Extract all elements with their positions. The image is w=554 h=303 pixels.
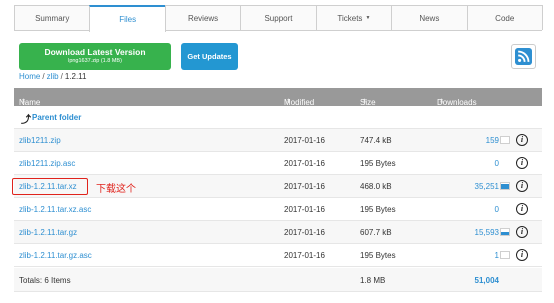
breadcrumb-separator: /: [60, 72, 63, 81]
sort-icon: ⬍: [362, 99, 368, 105]
rss-icon: [515, 48, 532, 65]
sort-icon: ⬍: [439, 99, 445, 105]
weekly-downloads-chart-icon[interactable]: [500, 228, 510, 236]
file-row: zlib-1.2.11.tar.gz.asc 2017-01-16 195 By…: [14, 244, 542, 267]
file-size: 195 Bytes: [360, 251, 396, 260]
breadcrumb: Home / zlib/1.2.11: [19, 72, 86, 81]
file-name-link[interactable]: zlib-1.2.11.tar.gz.asc: [19, 251, 92, 260]
sort-icon: ⬍: [286, 99, 292, 105]
tab-news[interactable]: News: [391, 5, 468, 30]
file-info-icon[interactable]: i: [516, 180, 528, 192]
tab-support[interactable]: Support: [240, 5, 317, 30]
files-table-header: Name ⬍ Modified ⬍ Size ⬍ Downloads / Week ⬍: [14, 88, 542, 116]
download-latest-button[interactable]: Download Latest Version lpng1637.zip (1.…: [19, 43, 171, 70]
file-info-icon[interactable]: i: [516, 203, 528, 215]
file-name-link[interactable]: zlib-1.2.11.tar.gz: [19, 228, 77, 237]
file-info-icon[interactable]: i: [516, 134, 528, 146]
file-row: zlib-1.2.11.tar.xz 2017-01-16 468.0 kB 3…: [14, 175, 542, 198]
weekly-downloads-chart-icon[interactable]: [500, 251, 510, 259]
weekly-downloads-chart-icon[interactable]: [500, 182, 510, 190]
file-downloads-link[interactable]: 0: [495, 205, 499, 214]
tab-label: Tickets: [337, 13, 363, 23]
sort-icon: ⬍: [21, 99, 27, 105]
file-downloads-link[interactable]: 15,593: [475, 228, 499, 237]
file-downloads-link[interactable]: 35,251: [475, 182, 499, 191]
file-modified: 2017-01-16: [284, 228, 325, 237]
highlight-box: [12, 178, 88, 195]
rss-feed-button[interactable]: [511, 44, 536, 69]
file-name-link[interactable]: zlib1211.zip.asc: [19, 159, 75, 168]
annotation-text: 下载这个: [96, 184, 136, 195]
totals-label: Totals: 6 Items: [19, 276, 71, 285]
file-info-icon[interactable]: i: [516, 226, 528, 238]
file-modified: 2017-01-16: [284, 136, 325, 145]
file-downloads-link[interactable]: 1: [495, 251, 499, 260]
breadcrumb-current: 1.2.11: [64, 72, 87, 81]
tab-label: Support: [264, 13, 293, 23]
file-modified: 2017-01-16: [284, 159, 325, 168]
file-row: zlib-1.2.11.tar.gz 2017-01-16 607.7 kB 1…: [14, 221, 542, 244]
breadcrumb-zlib-link[interactable]: zlib: [47, 72, 59, 81]
file-size: 195 Bytes: [360, 159, 396, 168]
file-name-link[interactable]: zlib-1.2.11.tar.xz.asc: [19, 205, 91, 214]
get-updates-button[interactable]: Get Updates: [181, 43, 238, 70]
totals-row: Totals: 6 Items 1.8 MB 51,004: [14, 268, 542, 292]
file-size: 607.7 kB: [360, 228, 392, 237]
tab-label: Files: [119, 15, 137, 24]
tab-summary[interactable]: Summary: [14, 5, 91, 30]
tab-files[interactable]: Files: [89, 5, 166, 32]
file-info-icon[interactable]: i: [516, 157, 528, 169]
download-button-subtitle: lpng1637.zip (1.8 MB): [68, 58, 122, 64]
weekly-downloads-chart-icon[interactable]: [500, 136, 510, 144]
tab-label: Reviews: [187, 13, 219, 23]
parent-folder-icon: ⤴: [21, 115, 31, 126]
file-size: 747.4 kB: [360, 136, 392, 145]
file-row: zlib1211.zip 2017-01-16 747.4 kB 159 i: [14, 129, 542, 152]
tab-label: Code: [495, 13, 515, 23]
dropdown-caret-icon: ▼: [365, 15, 371, 21]
file-size: 195 Bytes: [360, 205, 396, 214]
file-downloads-link[interactable]: 0: [495, 159, 499, 168]
breadcrumb-home-link[interactable]: Home: [19, 72, 40, 81]
tab-label: Summary: [35, 13, 70, 23]
file-name-link[interactable]: zlib1211.zip: [19, 136, 61, 145]
file-modified: 2017-01-16: [284, 251, 325, 260]
file-modified: 2017-01-16: [284, 182, 325, 191]
tab-label: News: [419, 13, 440, 23]
breadcrumb-separator: /: [42, 72, 45, 81]
totals-downloads: 51,004: [474, 276, 499, 285]
file-info-icon[interactable]: i: [516, 249, 528, 261]
file-row: zlib-1.2.11.tar.xz.asc 2017-01-16 195 By…: [14, 198, 542, 221]
download-button-title: Download Latest Version: [44, 47, 146, 57]
tab-code[interactable]: Code: [466, 5, 543, 30]
file-modified: 2017-01-16: [284, 205, 325, 214]
file-size: 468.0 kB: [360, 182, 392, 191]
tab-reviews[interactable]: Reviews: [164, 5, 242, 30]
parent-folder-row[interactable]: ⤴ Parent folder: [14, 106, 542, 129]
tab-tickets[interactable]: Tickets ▼: [315, 5, 393, 30]
totals-size: 1.8 MB: [360, 276, 386, 285]
tab-bar: Summary Files Reviews Support Tickets ▼ N…: [14, 5, 543, 32]
file-downloads-link[interactable]: 159: [486, 136, 499, 145]
parent-folder-link[interactable]: Parent folder: [32, 113, 81, 122]
file-row: zlib1211.zip.asc 2017-01-16 195 Bytes 0 …: [14, 152, 542, 175]
